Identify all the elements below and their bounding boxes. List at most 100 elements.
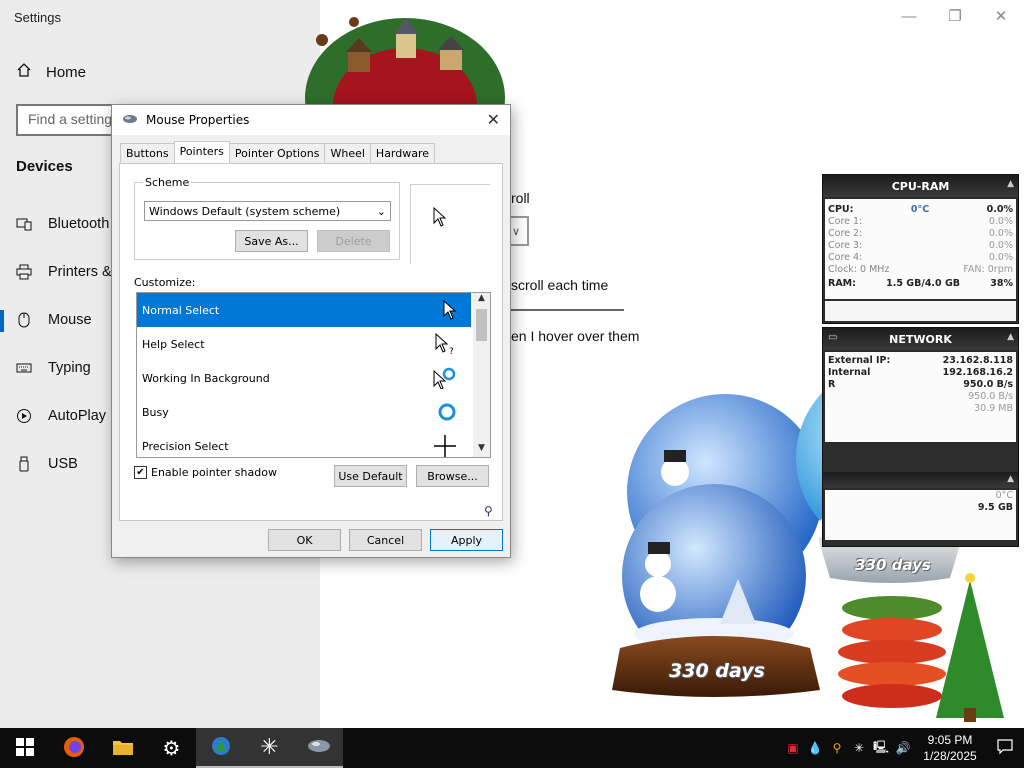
taskbar-app-globe[interactable] [196, 728, 245, 768]
save-as-button[interactable]: Save As... [235, 230, 308, 252]
apply-button[interactable]: Apply [430, 529, 503, 551]
stat-row: Core 3: 0.0% [825, 240, 1016, 252]
crosshair-cursor-icon [433, 434, 457, 457]
cursor-label: Busy [142, 405, 169, 419]
clock[interactable]: 9:05 PM 1/28/2025 [914, 732, 986, 764]
busy-cursor-icon [437, 402, 457, 422]
help-icon[interactable]: ⚲ [484, 504, 493, 518]
page-section-header: Devices [16, 158, 73, 175]
gadget-title: CPU-RAM ▲ [823, 175, 1018, 197]
use-default-button[interactable]: Use Default [334, 465, 407, 487]
stat-row: 9.5 GB [825, 502, 1016, 514]
snowflake-icon: ✳ [260, 734, 279, 759]
sidebar-item-usb[interactable]: USB [16, 456, 78, 472]
ok-button[interactable]: OK [268, 529, 341, 551]
delete-button[interactable]: Delete [317, 230, 390, 252]
clock-date: 1/28/2025 [923, 749, 977, 763]
taskbar-file-explorer[interactable] [98, 728, 147, 768]
scroll-down-icon[interactable]: ▼ [473, 443, 490, 457]
list-scrollbar[interactable]: ▲ ▼ [473, 293, 490, 457]
close-icon[interactable]: ✕ [487, 110, 500, 129]
water-drop-icon[interactable]: 💧 [804, 741, 826, 755]
monitor-icon: ▭ [828, 332, 838, 343]
usb-icon [16, 456, 32, 472]
network-icon[interactable]: 🖳 [870, 738, 892, 759]
sidebar-item-label: Bluetooth [48, 216, 110, 232]
christmas-wreath-decoration [292, 10, 518, 178]
stat-key: Core 1: [828, 216, 863, 227]
windows-logo-icon [15, 737, 34, 759]
list-item[interactable]: Working In Background [137, 361, 471, 395]
taskbar-firefox[interactable] [49, 728, 98, 768]
list-item[interactable]: Precision Select [137, 429, 471, 457]
stat-value: 23.162.8.118 [942, 355, 1013, 366]
tab-hardware[interactable]: Hardware [369, 143, 436, 163]
collapse-icon[interactable]: ▲ [1007, 474, 1014, 484]
cursor-list[interactable]: Normal Select Help Select ? Working In B… [136, 292, 491, 458]
collapse-icon[interactable]: ▲ [1007, 179, 1014, 189]
collapse-icon[interactable]: ▲ [1007, 332, 1014, 342]
tab-pointer-options[interactable]: Pointer Options [228, 143, 326, 163]
search-tool-icon[interactable]: ⚲ [826, 741, 848, 755]
scheme-label: Scheme [143, 176, 192, 189]
storage-stats: 0°C 9.5 GB [825, 490, 1016, 540]
stat-value: 192.168.16.2 [942, 367, 1013, 378]
tab-wheel[interactable]: Wheel [324, 143, 371, 163]
cpu-ram-gadget: CPU-RAM ▲ CPU: 0°C 0.0% Core 1: 0.0% Core… [822, 174, 1019, 324]
stat-row: Core 1: 0.0% [825, 216, 1016, 228]
stat-value: 30.9 MB [974, 403, 1013, 414]
stat-row: Internal 192.168.16.2 [825, 367, 1016, 379]
sidebar-item-label: USB [48, 456, 78, 472]
start-button[interactable] [0, 728, 49, 768]
sidebar-item-typing[interactable]: Typing [16, 360, 91, 376]
pointer-shadow-checkbox[interactable]: ✔ [134, 466, 147, 479]
sidebar-item-autoplay[interactable]: AutoPlay [16, 408, 106, 424]
dialog-tabs: Buttons Pointers Pointer Options Wheel H… [120, 141, 436, 163]
stat-row: 950.0 B/s [825, 391, 1016, 403]
close-button[interactable]: ✕ [978, 0, 1024, 32]
snowflake-icon[interactable]: ✳ [848, 741, 870, 755]
taskbar-settings[interactable]: ⚙ [147, 728, 196, 768]
notification-center-button[interactable] [986, 738, 1024, 758]
home-nav-item[interactable]: Home [16, 62, 86, 82]
browse-button[interactable]: Browse... [416, 465, 489, 487]
tab-pointers[interactable]: Pointers [173, 141, 230, 163]
svg-text:?: ? [449, 347, 454, 355]
stat-value: 0.0% [988, 240, 1013, 251]
taskbar-app-snowflake[interactable]: ✳ [245, 728, 294, 768]
network-stats: External IP: 23.162.8.118 Internal 192.168… [825, 352, 1016, 442]
minimize-button[interactable]: — [886, 0, 932, 32]
scroll-lines-slider[interactable] [508, 309, 624, 311]
volume-icon[interactable]: 🔊 [892, 741, 914, 755]
tab-buttons[interactable]: Buttons [120, 143, 175, 163]
sidebar-item-mouse[interactable]: Mouse [16, 312, 92, 328]
taskbar-mouse-properties[interactable] [294, 728, 343, 768]
stat-key: R [828, 379, 836, 390]
list-item[interactable]: Normal Select [137, 293, 471, 327]
cancel-button[interactable]: Cancel [349, 529, 422, 551]
sidebar-item-bluetooth[interactable]: Bluetooth [16, 216, 109, 232]
chevron-down-icon: ⌄ [376, 204, 386, 218]
mouse-icon [307, 739, 331, 756]
hover-scroll-label: en I hover over them [511, 328, 640, 344]
arrow-cursor-icon [443, 300, 457, 320]
stat-row: 0°C [825, 490, 1016, 502]
cursor-label: Normal Select [142, 303, 220, 317]
scheme-value: Windows Default (system scheme) [149, 204, 341, 218]
scheme-dropdown[interactable]: Windows Default (system scheme) ⌄ [144, 201, 391, 221]
sidebar-item-printers[interactable]: Printers & [16, 264, 112, 280]
tray-app-icon[interactable]: ▣ [782, 741, 804, 755]
list-item[interactable]: Help Select ? [137, 327, 471, 361]
scroll-thumb[interactable] [476, 309, 487, 341]
stat-value: 950.0 B/s [968, 391, 1013, 402]
network-gadget: ▭ NETWORK ▲ External IP: 23.162.8.118 Int… [822, 327, 1019, 547]
list-item[interactable]: Busy [137, 395, 471, 429]
stat-row: Core 4: 0.0% [825, 252, 1016, 264]
pointer-shadow-option[interactable]: ✔ Enable pointer shadow [134, 466, 277, 479]
home-icon [16, 62, 32, 82]
bluetooth-icon [16, 216, 32, 232]
scroll-up-icon[interactable]: ▲ [473, 293, 490, 307]
maximize-button[interactable]: ❐ [932, 0, 978, 32]
cursor-label: Help Select [142, 337, 205, 351]
window-controls: — ❐ ✕ [886, 0, 1024, 32]
